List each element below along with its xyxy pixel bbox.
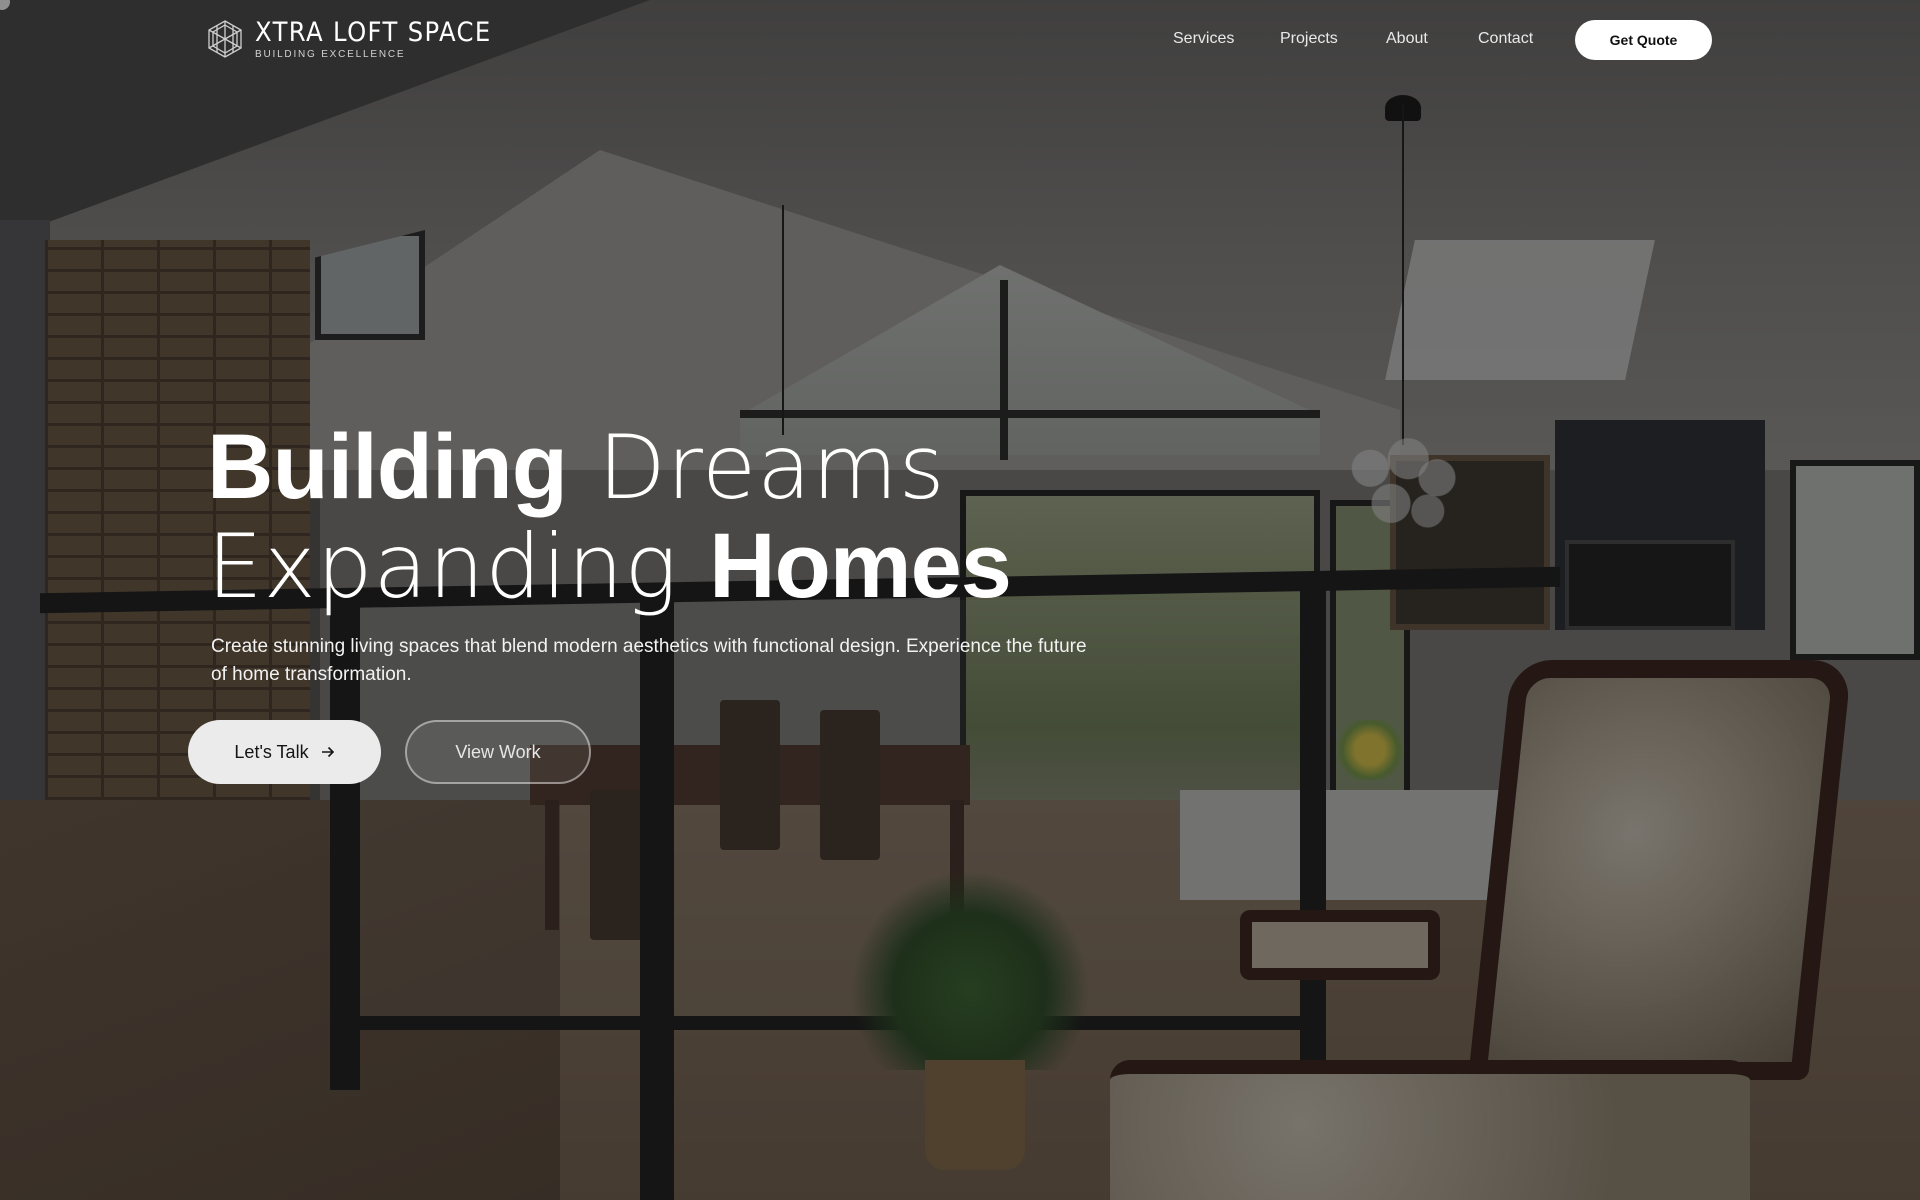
hero-word-building: Building — [207, 416, 568, 518]
get-quote-button[interactable]: Get Quote — [1575, 20, 1712, 60]
hero-word-homes: Homes — [709, 515, 1012, 617]
cube-wireframe-icon — [208, 20, 242, 58]
hero-heading-line-1: Building Dreams — [207, 418, 1307, 517]
lets-talk-label: Let's Talk — [234, 741, 309, 762]
nav-link-about[interactable]: About — [1386, 30, 1428, 48]
nav-link-services[interactable]: Services — [1173, 30, 1234, 48]
brand-text: XTRA LOFT SPACE BUILDING EXCELLENCE — [255, 17, 518, 61]
top-navigation: XTRA LOFT SPACE BUILDING EXCELLENCE Serv… — [0, 0, 1920, 80]
view-work-button[interactable]: View Work — [405, 720, 591, 784]
arrow-right-icon — [321, 746, 334, 758]
hero-word-expanding: Expanding — [207, 515, 679, 618]
brand-logo[interactable]: XTRA LOFT SPACE BUILDING EXCELLENCE — [207, 18, 518, 60]
hero-word-dreams: Dreams — [597, 416, 946, 519]
nav-link-projects[interactable]: Projects — [1280, 30, 1338, 48]
brand-name: XTRA LOFT SPACE — [255, 17, 492, 48]
hero-description: Create stunning living spaces that blend… — [211, 636, 1087, 685]
hero-heading: Building Dreams Expanding Homes — [207, 418, 1307, 616]
brand-tagline: BUILDING EXCELLENCE — [255, 49, 406, 60]
hero-heading-line-2: Expanding Homes — [207, 517, 1307, 616]
lets-talk-button[interactable]: Let's Talk — [188, 720, 381, 784]
nav-link-contact[interactable]: Contact — [1478, 30, 1533, 48]
